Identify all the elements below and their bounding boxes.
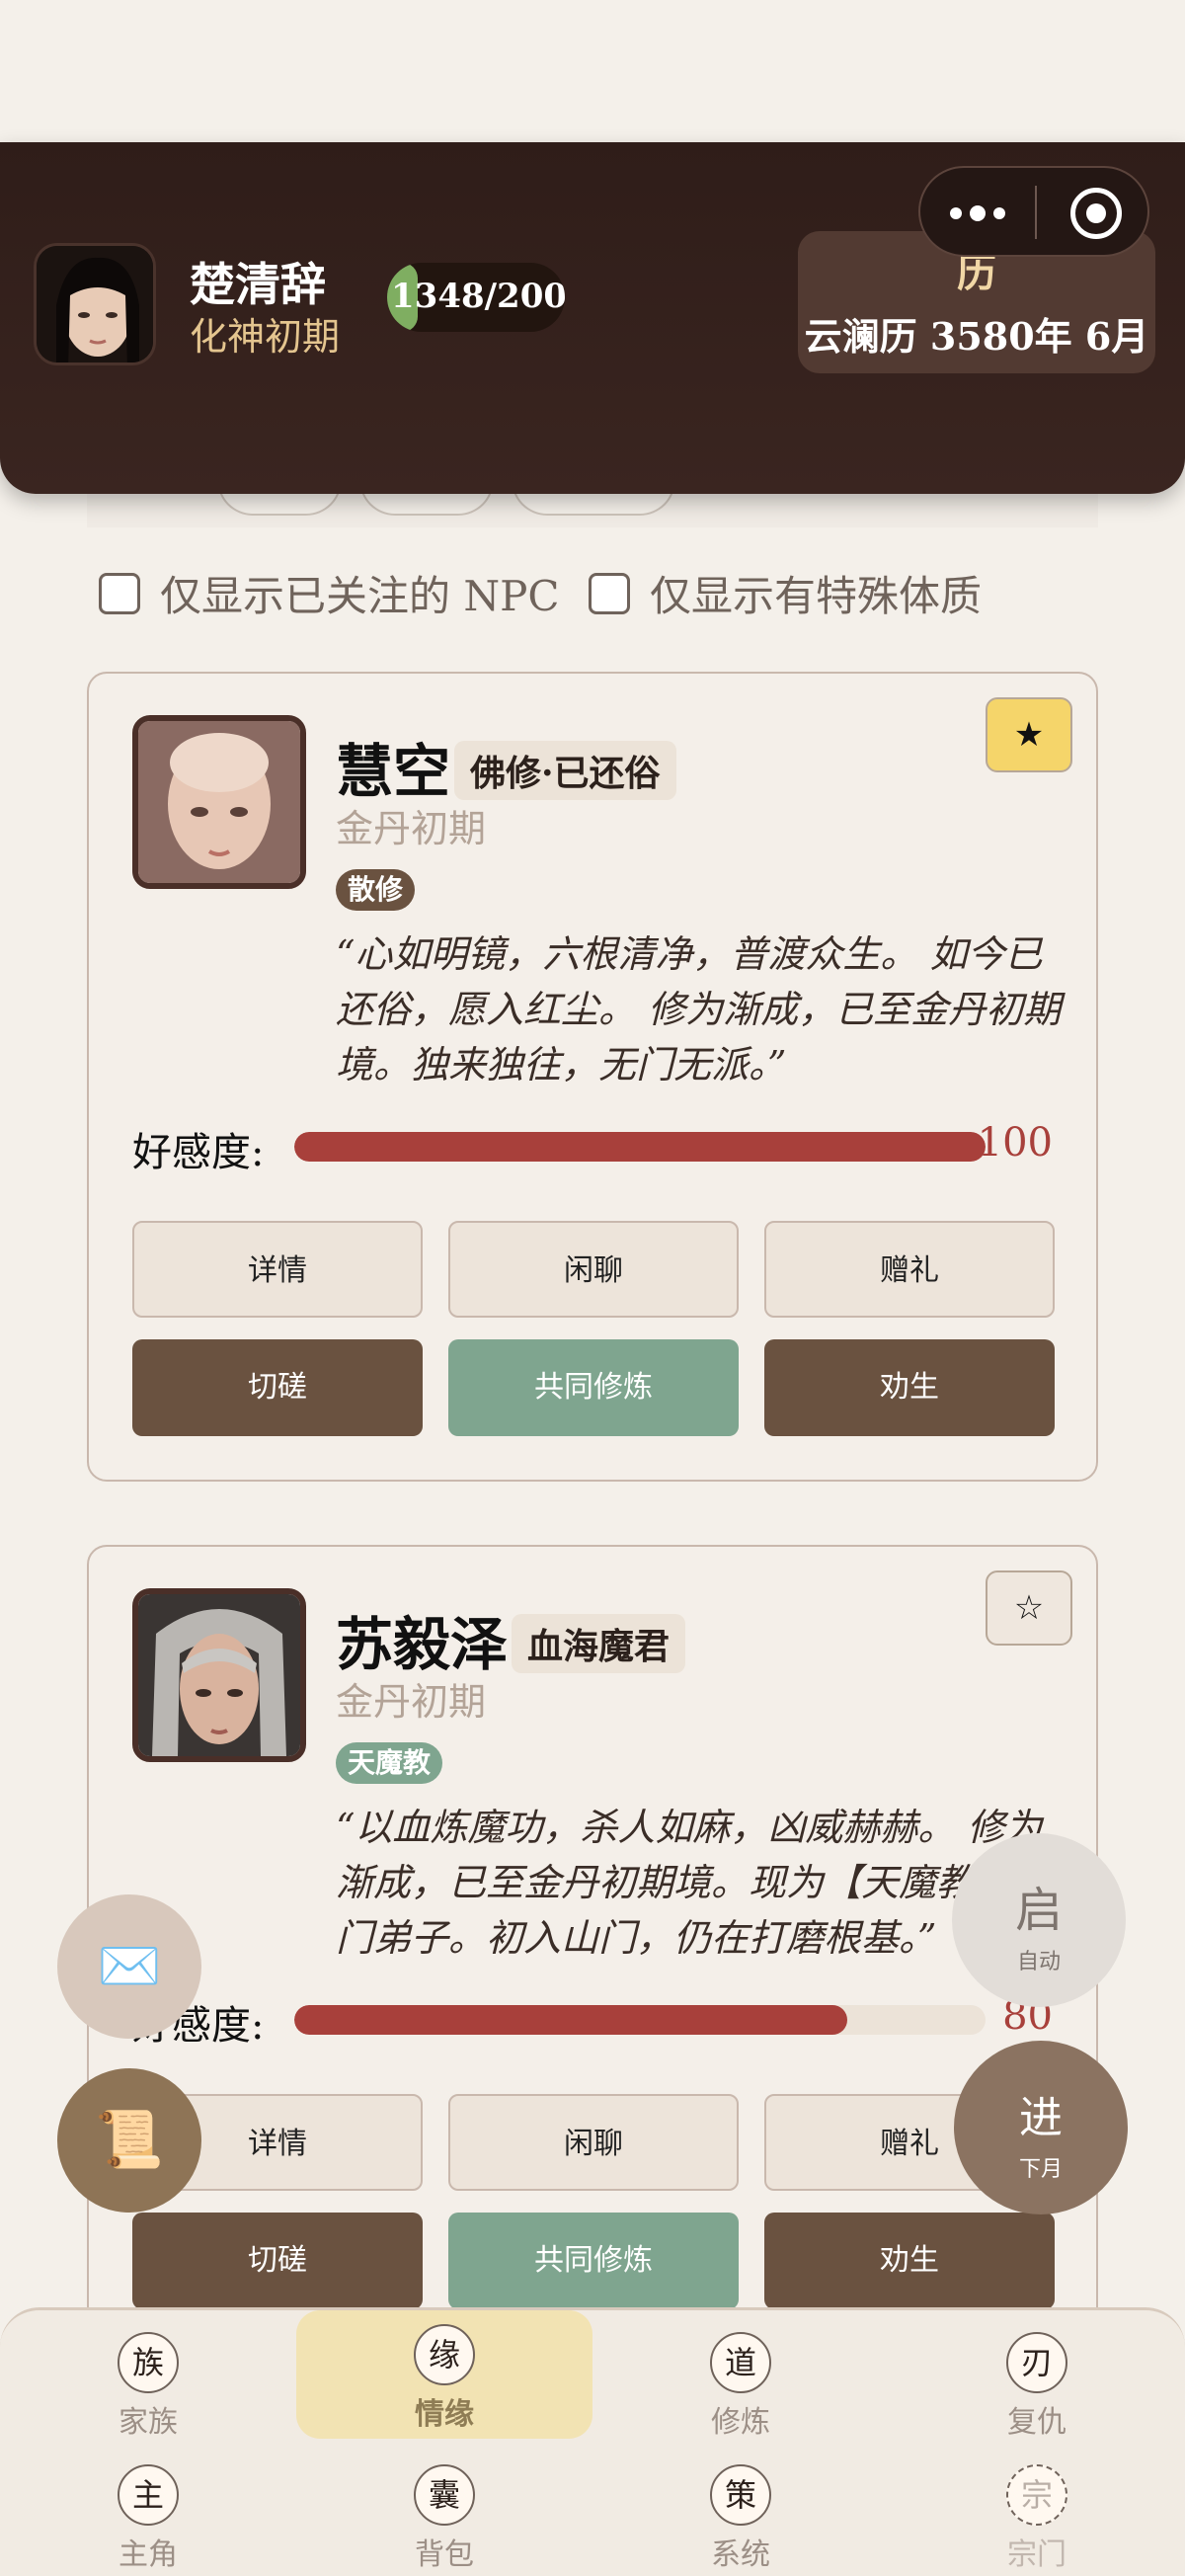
favor-value: 100 bbox=[977, 1120, 1053, 1166]
persuade-button[interactable]: 劝生 bbox=[764, 2213, 1055, 2309]
gift-button[interactable]: 赠礼 bbox=[764, 1221, 1055, 1318]
exp-bar: 1348/20000 bbox=[387, 263, 565, 332]
npc-title-badge: 佛修·已还俗 bbox=[454, 741, 676, 800]
tab-label: 宗门 bbox=[1007, 2537, 1066, 2572]
npc-name-text: 苏毅泽 bbox=[336, 1611, 509, 1678]
capsule-divider bbox=[1035, 186, 1037, 239]
npc-realm: 金丹初期 bbox=[336, 1680, 487, 1724]
filter-follow[interactable]: 仅显示已关注的 NPC bbox=[99, 563, 560, 623]
romance-icon: 缘 bbox=[414, 2324, 475, 2385]
special-label: 仅显示有特殊体质 bbox=[650, 572, 983, 620]
next-month-label: 下月 bbox=[1018, 2157, 1063, 2182]
npc-avatar[interactable] bbox=[132, 715, 306, 889]
player-realm: 化神初期 bbox=[190, 315, 341, 359]
follow-star-icon[interactable]: ☆ bbox=[986, 1570, 1072, 1646]
calendar-date: 云澜历 3580年 6月 bbox=[804, 314, 1149, 359]
player-header: 楚清辞 化神初期 1348/20000 历 云澜历 3580年 6月 bbox=[0, 142, 1185, 494]
persuade-button[interactable]: 劝生 bbox=[764, 1339, 1055, 1436]
tab-label: 系统 bbox=[711, 2537, 770, 2572]
spar-button[interactable]: 切磋 bbox=[132, 2213, 423, 2309]
chat-button[interactable]: 闲聊 bbox=[448, 2094, 739, 2191]
chat-button[interactable]: 闲聊 bbox=[448, 1221, 739, 1318]
cultivate-together-button[interactable]: 共同修炼 bbox=[448, 1339, 739, 1436]
tab-sect[interactable]: 宗 宗门 bbox=[948, 2464, 1126, 2573]
system-icon: 策 bbox=[710, 2464, 771, 2526]
tab-cultivation[interactable]: 道 修炼 bbox=[652, 2332, 830, 2441]
npc-description: “心如明镜，六根清净，普渡众生。 如今已还俗，愿入红尘。 修为渐成，已至金丹初期… bbox=[336, 932, 1062, 1087]
tab-protagonist[interactable]: 主 主角 bbox=[59, 2464, 237, 2573]
tab-label: 背包 bbox=[415, 2537, 474, 2572]
auto-button-icon: 启 bbox=[1014, 1883, 1063, 1938]
scroll-button[interactable]: 📜 bbox=[57, 2068, 201, 2213]
player-name: 楚清辞 bbox=[190, 258, 326, 311]
npc-card: 慧空 佛修·已还俗 金丹初期 散修 “心如明镜，六根清净，普渡众生。 如今已还俗，… bbox=[87, 672, 1098, 1482]
protagonist-icon: 主 bbox=[118, 2464, 179, 2526]
mail-button[interactable]: ✉️ bbox=[57, 1894, 201, 2039]
cultivate-together-button[interactable]: 共同修炼 bbox=[448, 2213, 739, 2309]
sect-badge: 散修 bbox=[336, 869, 416, 911]
next-month-icon: 进 bbox=[1019, 2093, 1063, 2143]
tab-system[interactable]: 策 系统 bbox=[652, 2464, 830, 2573]
favor-bar-fill bbox=[294, 1132, 986, 1162]
tab-label: 主角 bbox=[118, 2537, 178, 2572]
tab-label: 复仇 bbox=[1007, 2405, 1066, 2440]
npc-realm: 金丹初期 bbox=[336, 807, 487, 850]
player-avatar[interactable] bbox=[34, 243, 156, 365]
favor-bar bbox=[294, 1132, 986, 1162]
sect-icon: 宗 bbox=[1006, 2464, 1067, 2526]
favor-bar-fill bbox=[294, 2005, 847, 2035]
tab-label: 家族 bbox=[118, 2405, 178, 2440]
bag-icon: 囊 bbox=[414, 2464, 475, 2526]
tab-label: 情缘 bbox=[415, 2397, 474, 2432]
follow-star-icon[interactable]: ★ bbox=[986, 697, 1072, 772]
npc-name: 苏毅泽 血海魔君 bbox=[336, 1598, 686, 1681]
auto-button[interactable]: 启 自动 bbox=[952, 1833, 1126, 2007]
tab-bag[interactable]: 囊 背包 bbox=[356, 2464, 533, 2573]
mail-icon: ✉️ bbox=[97, 1937, 162, 1996]
tab-romance[interactable]: 缘 情缘 bbox=[296, 2310, 592, 2439]
npc-avatar[interactable] bbox=[132, 1588, 306, 1762]
favor-label: 好感度: bbox=[132, 1130, 265, 1175]
revenge-icon: 刃 bbox=[1006, 2332, 1067, 2393]
exp-text: 1348/20000 bbox=[391, 277, 565, 316]
tab-revenge[interactable]: 刃 复仇 bbox=[948, 2332, 1126, 2441]
npc-card: 苏毅泽 血海魔君 金丹初期 天魔教 “以血炼魔功，杀人如麻，凶威赫赫。 修为渐成，… bbox=[87, 1545, 1098, 2355]
close-target-icon[interactable] bbox=[1070, 188, 1122, 239]
filter-special[interactable]: 仅显示有特殊体质 bbox=[589, 563, 982, 623]
more-icon[interactable] bbox=[950, 198, 1009, 227]
favor-bar bbox=[294, 2005, 986, 2035]
next-month-button[interactable]: 进 下月 bbox=[954, 2041, 1128, 2214]
auto-button-label: 自动 bbox=[1016, 1950, 1061, 1974]
tab-label: 修炼 bbox=[711, 2405, 770, 2440]
scroll-icon: 📜 bbox=[95, 2108, 164, 2172]
npc-name-text: 慧空 bbox=[336, 738, 451, 805]
sect-badge: 天魔教 bbox=[336, 1742, 443, 1784]
spar-button[interactable]: 切磋 bbox=[132, 1339, 423, 1436]
npc-title-badge: 血海魔君 bbox=[512, 1614, 686, 1673]
cultivation-icon: 道 bbox=[710, 2332, 771, 2393]
npc-name: 慧空 佛修·已还俗 bbox=[336, 725, 676, 808]
tab-family[interactable]: 族 家族 bbox=[59, 2332, 237, 2441]
special-checkbox[interactable] bbox=[589, 572, 630, 614]
miniprogram-capsule bbox=[918, 166, 1149, 257]
bottom-tab-bar: 族 家族 缘 情缘 道 修炼 刃 复仇 主 主角 囊 背包 策 系统 宗 宗门 bbox=[0, 2307, 1185, 2576]
follow-checkbox[interactable] bbox=[99, 572, 140, 614]
follow-label: 仅显示已关注的 NPC bbox=[160, 572, 560, 620]
detail-button[interactable]: 详情 bbox=[132, 1221, 423, 1318]
family-icon: 族 bbox=[118, 2332, 179, 2393]
